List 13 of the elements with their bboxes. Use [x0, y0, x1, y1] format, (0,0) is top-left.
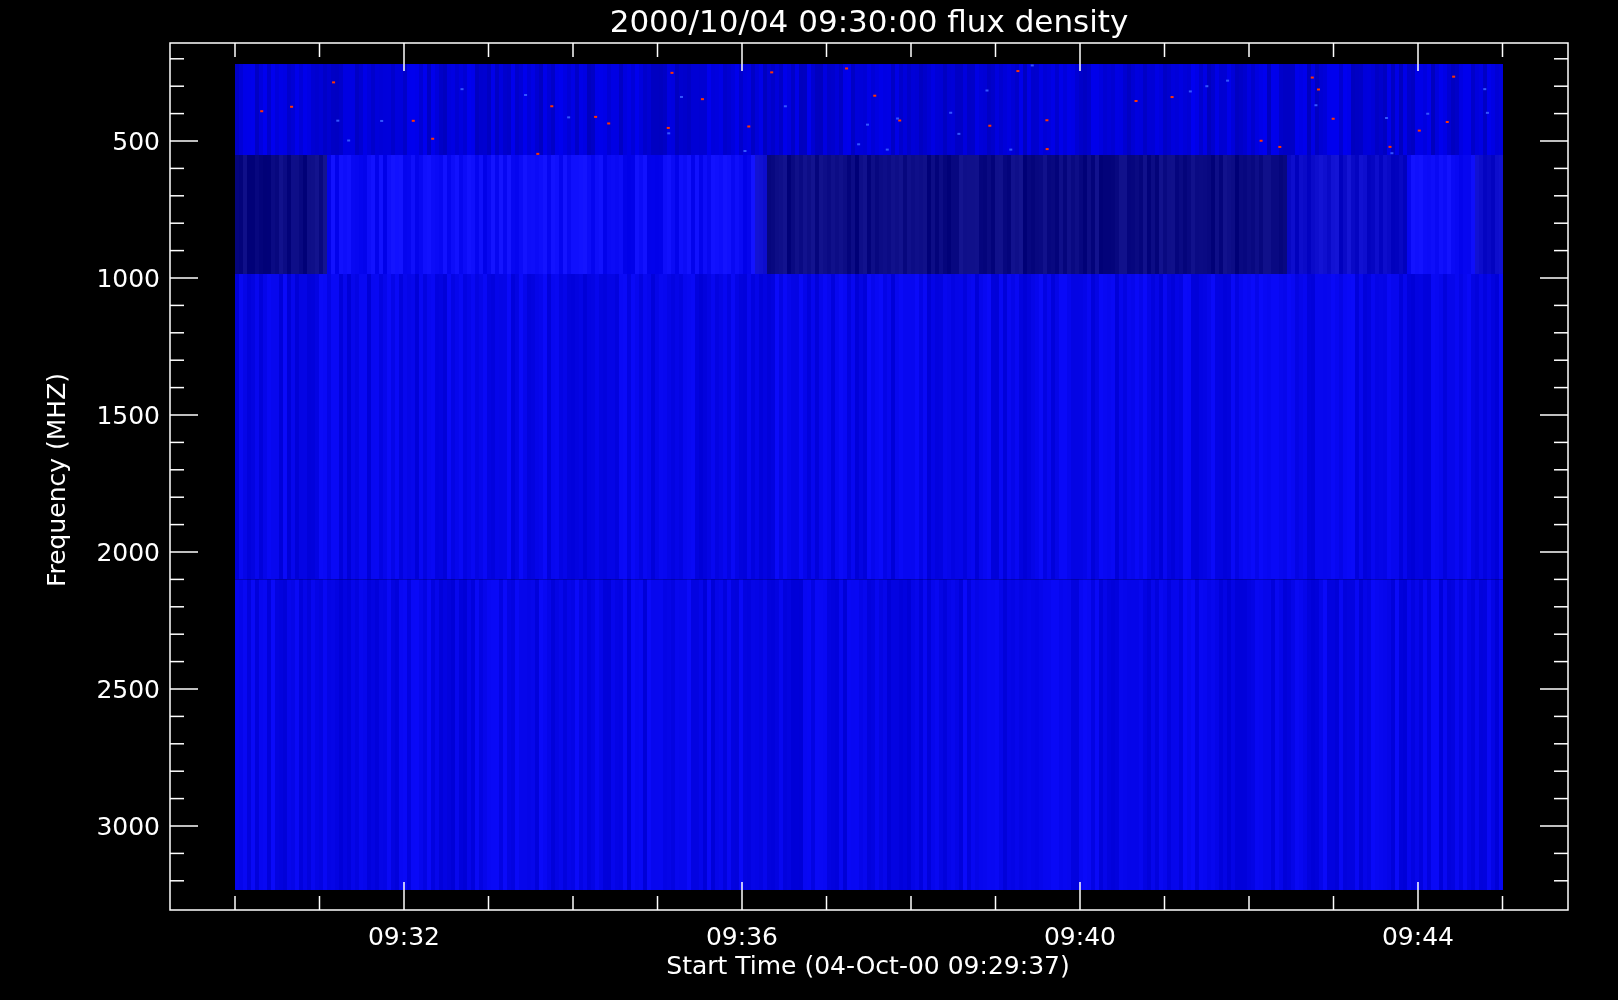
y-axis-title: Frequency (MHZ): [42, 372, 71, 588]
x-tick-label: 09:40: [1044, 922, 1116, 951]
y-tick-label: 3000: [96, 812, 160, 841]
x-tick-label: 09:36: [706, 922, 778, 951]
y-tick-label: 2500: [96, 675, 160, 704]
y-tick-label: 500: [112, 127, 160, 156]
x-axis-title: Start Time (04-Oct-00 09:29:37): [666, 951, 1070, 980]
chart-title: 2000/10/04 09:30:00 flux density: [609, 3, 1129, 39]
y-tick-label: 2000: [96, 538, 160, 567]
x-tick-label: 09:32: [368, 922, 440, 951]
y-tick-label: 1500: [96, 401, 160, 430]
y-tick-label: 1000: [96, 264, 160, 293]
x-tick-label: 09:44: [1382, 922, 1454, 951]
